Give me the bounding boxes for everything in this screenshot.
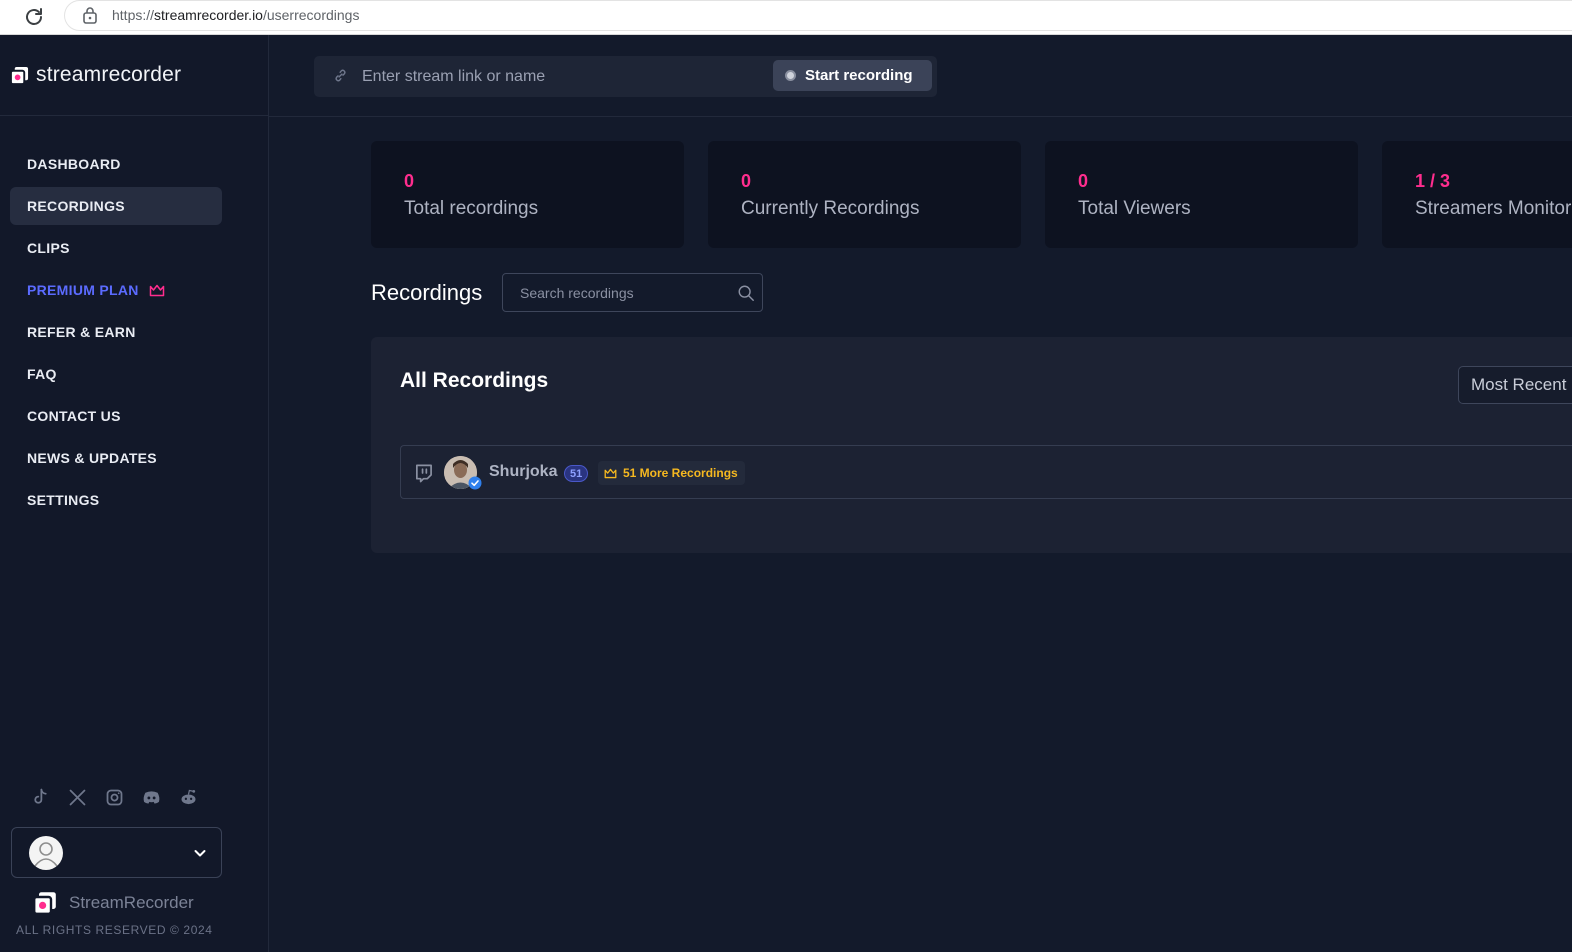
url-text[interactable]: https://streamrecorder.io/userrecordings <box>112 7 359 23</box>
sidebar-item-label: PREMIUM PLAN <box>27 282 139 298</box>
more-recordings-button[interactable]: 51 More Recordings <box>598 461 745 485</box>
stat-value: 0 <box>741 171 752 191</box>
search-icon[interactable] <box>737 284 755 302</box>
browser-toolbar: https://streamrecorder.io/userrecordings <box>0 0 1572 35</box>
streamrecorder-logo-icon <box>10 66 29 85</box>
stat-card-currently-recordings: 0 Currently Recordings <box>708 141 1021 248</box>
social-links <box>30 787 199 808</box>
stat-value: 0 <box>1078 171 1089 191</box>
all-recordings-title: All Recordings <box>400 369 549 392</box>
sidebar-item-contact-us[interactable]: CONTACT US <box>10 397 222 435</box>
copyright-text: ALL RIGHTS RESERVED © 2024 <box>16 923 213 937</box>
top-bar: Start recording <box>269 35 1572 117</box>
sidebar-item-label: REFER & EARN <box>27 324 136 340</box>
url-path: /userrecordings <box>262 7 360 23</box>
sidebar-item-label: SETTINGS <box>27 492 100 508</box>
reload-icon[interactable] <box>22 5 46 29</box>
reddit-icon[interactable] <box>178 787 199 808</box>
streamer-name[interactable]: Shurjoka <box>489 463 557 481</box>
stat-value: 0 <box>404 171 415 191</box>
sidebar-item-settings[interactable]: SETTINGS <box>10 481 222 519</box>
stat-value: 1 / 3 <box>1415 171 1451 191</box>
brand-logo-link[interactable]: streamrecorder <box>10 63 181 87</box>
crown-icon <box>604 468 617 478</box>
sidebar-item-label: DASHBOARD <box>27 156 121 172</box>
sidebar-item-label: FAQ <box>27 366 57 382</box>
recordings-search-field <box>502 273 763 312</box>
footer-brand: StreamRecorder <box>33 891 194 915</box>
stream-link-field: Start recording <box>314 56 937 97</box>
stat-card-total-viewers: 0 Total Viewers <box>1045 141 1358 248</box>
stat-card-streamers-monitored: 1 / 3 Streamers Monitored <box>1382 141 1572 248</box>
recordings-heading: Recordings <box>371 280 483 305</box>
lock-icon[interactable] <box>82 6 98 24</box>
sidebar: streamrecorder DASHBOARD RECORDINGS CLIP… <box>0 35 269 952</box>
verified-badge-icon <box>468 476 482 490</box>
user-avatar <box>29 836 63 870</box>
user-silhouette-icon <box>34 842 58 867</box>
sidebar-divider <box>0 115 269 116</box>
discord-icon[interactable] <box>141 787 162 808</box>
stat-label: Currently Recordings <box>741 198 920 219</box>
tiktok-icon[interactable] <box>30 787 51 808</box>
stream-link-input[interactable] <box>362 56 762 97</box>
sidebar-item-label: CLIPS <box>27 240 70 256</box>
recordings-search-input[interactable] <box>520 274 720 311</box>
sidebar-item-faq[interactable]: FAQ <box>10 355 222 393</box>
start-recording-button[interactable]: Start recording <box>773 60 932 91</box>
sidebar-item-premium-plan[interactable]: PREMIUM PLAN <box>10 271 222 309</box>
sidebar-item-recordings[interactable]: RECORDINGS <box>10 187 222 225</box>
sidebar-item-dashboard[interactable]: DASHBOARD <box>10 145 222 183</box>
recording-count-badge: 51 <box>564 465 589 482</box>
stat-label: Streamers Monitored <box>1415 198 1572 219</box>
twitch-icon <box>415 464 432 483</box>
sidebar-item-label: NEWS & UPDATES <box>27 450 157 466</box>
recording-row[interactable]: Shurjoka 51 51 More Recordings <box>400 445 1572 499</box>
sidebar-item-refer-earn[interactable]: REFER & EARN <box>10 313 222 351</box>
url-host: streamrecorder.io <box>154 7 263 23</box>
stat-label: Total Viewers <box>1078 198 1191 219</box>
record-dot-icon <box>785 70 796 81</box>
sort-select[interactable]: Most Recent <box>1458 366 1572 404</box>
streamrecorder-logo-icon <box>33 892 56 915</box>
chevron-down-icon <box>194 850 206 857</box>
sidebar-nav: DASHBOARD RECORDINGS CLIPS PREMIUM PLAN … <box>10 145 222 523</box>
link-icon <box>335 69 346 82</box>
instagram-icon[interactable] <box>104 787 125 808</box>
x-icon[interactable] <box>67 787 88 808</box>
more-recordings-label: 51 More Recordings <box>623 466 738 480</box>
sidebar-item-label: CONTACT US <box>27 408 121 424</box>
user-menu-dropdown[interactable] <box>11 827 222 878</box>
brand-name: streamrecorder <box>36 63 182 86</box>
crown-icon <box>149 284 164 296</box>
stat-label: Total recordings <box>404 198 539 219</box>
sidebar-item-label: RECORDINGS <box>27 198 125 214</box>
start-recording-label: Start recording <box>805 67 913 84</box>
stat-card-total-recordings: 0 Total recordings <box>371 141 684 248</box>
sidebar-item-news-updates[interactable]: NEWS & UPDATES <box>10 439 222 477</box>
all-recordings-panel: All Recordings Most Recent Shurjoka 51 5… <box>371 337 1572 553</box>
footer-brand-name: StreamRecorder <box>69 893 194 912</box>
sidebar-item-clips[interactable]: CLIPS <box>10 229 222 267</box>
url-scheme: https:// <box>112 7 155 23</box>
